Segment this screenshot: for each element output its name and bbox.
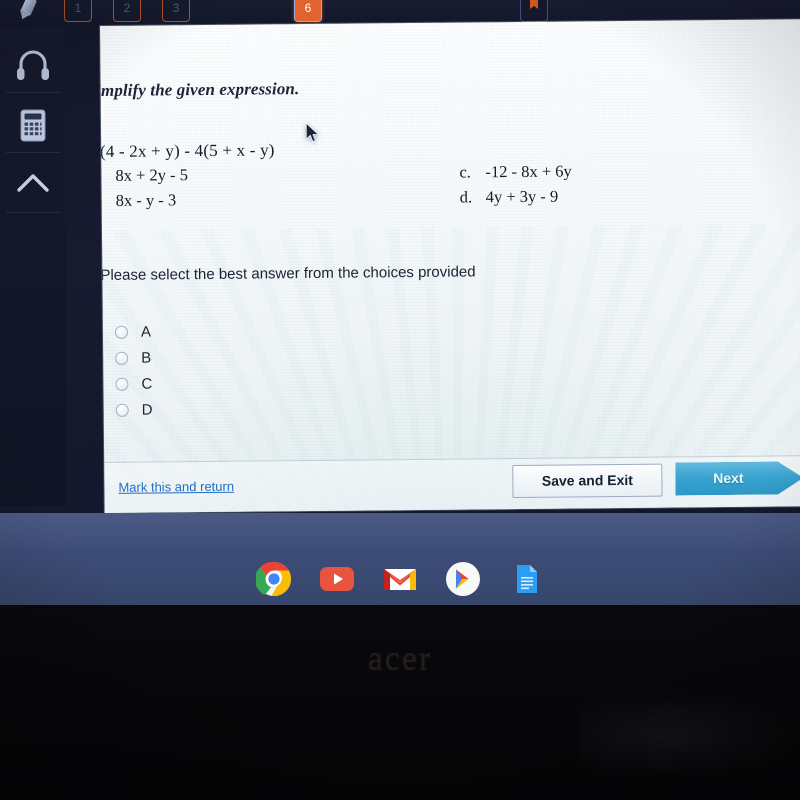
google-docs-app-icon[interactable] [508, 561, 544, 597]
answer-option-c-label: C [141, 375, 153, 393]
question-tab-active[interactable]: 6 [294, 0, 322, 22]
choice-a-text: 8x + 2y - 5 [115, 165, 189, 185]
answer-option-b-label: B [141, 349, 152, 367]
answer-option-b[interactable]: B [115, 350, 151, 367]
answer-option-c[interactable]: C [115, 376, 152, 393]
mark-this-and-return-link[interactable]: Mark this and return [118, 479, 234, 495]
audio-tool[interactable] [8, 38, 58, 92]
question-expression: 2(4 - 2x + y) - 4(5 + x - y) [100, 140, 275, 162]
rail-divider-3 [6, 212, 60, 213]
choice-d[interactable]: d. 4y + 3y - 9 [460, 187, 559, 208]
question-tab-3[interactable]: 3 [162, 0, 190, 22]
chevron-up-icon [17, 174, 49, 192]
radio-d[interactable] [115, 403, 129, 417]
question-tab-2[interactable]: 2 [113, 0, 141, 22]
radio-c[interactable] [115, 377, 129, 391]
docs-icon [517, 565, 537, 593]
play-store-icon [446, 562, 480, 596]
chrome-app-icon[interactable] [254, 561, 292, 597]
radio-b[interactable] [115, 351, 129, 365]
radio-a[interactable] [114, 325, 129, 339]
calculator-icon [20, 109, 46, 142]
choice-c-text: -12 - 8x + 6y [485, 161, 572, 182]
calculator-tool[interactable] [8, 98, 58, 152]
answer-option-a[interactable]: A [114, 323, 152, 341]
choice-c-label: c. [459, 162, 471, 182]
gmail-app-icon[interactable] [382, 561, 418, 597]
choice-b-label: b. [100, 190, 103, 211]
choice-c[interactable]: c. -12 - 8x + 6y [459, 161, 571, 182]
choice-b-text: 8x - y - 3 [115, 190, 177, 210]
headphones-icon [17, 50, 49, 80]
laptop-deck [0, 605, 800, 800]
chrome-icon [254, 561, 291, 596]
gmail-icon [384, 569, 416, 590]
choice-a-label: a. [100, 166, 116, 186]
quiz-footer-bar: Mark this and return Save and Exit Next [104, 455, 800, 513]
quiz-content-page: Simplify the given expression. 2(4 - 2x … [100, 19, 800, 513]
choice-d-label: d. [459, 187, 473, 207]
answer-option-d-label: D [141, 401, 153, 419]
question-tab-1[interactable]: 1 [64, 0, 92, 22]
bookmark-flag-icon[interactable] [520, 0, 548, 22]
choice-d-text: 4y + 3y - 9 [485, 186, 559, 207]
choice-b[interactable]: b. 8x - y - 3 [100, 190, 176, 211]
play-store-app-icon[interactable] [445, 561, 481, 597]
selection-instruction: Please select the best answer from the c… [100, 263, 476, 285]
laptop-photo: 1 2 3 6 Simplify the given expression. 2… [0, 0, 800, 800]
mouse-cursor [305, 122, 319, 143]
acer-brand-logo: acer [367, 640, 433, 677]
choice-a[interactable]: a.8x + 2y - 5 [100, 165, 188, 186]
collapse-tool[interactable] [8, 158, 58, 212]
save-and-exit-button[interactable]: Save and Exit [512, 463, 663, 499]
answer-option-a-label: A [140, 323, 152, 341]
rail-divider-1 [6, 92, 60, 93]
pencil-icon[interactable] [14, 0, 45, 25]
shelf-app-list [0, 556, 800, 602]
tool-rail [0, 26, 66, 506]
question-prompt: Simplify the given expression. [100, 79, 300, 101]
next-button[interactable]: Next [675, 461, 800, 495]
rail-divider-2 [6, 152, 60, 153]
answer-option-d[interactable]: D [115, 401, 153, 419]
youtube-app-icon[interactable] [319, 561, 355, 597]
youtube-icon [320, 567, 354, 591]
